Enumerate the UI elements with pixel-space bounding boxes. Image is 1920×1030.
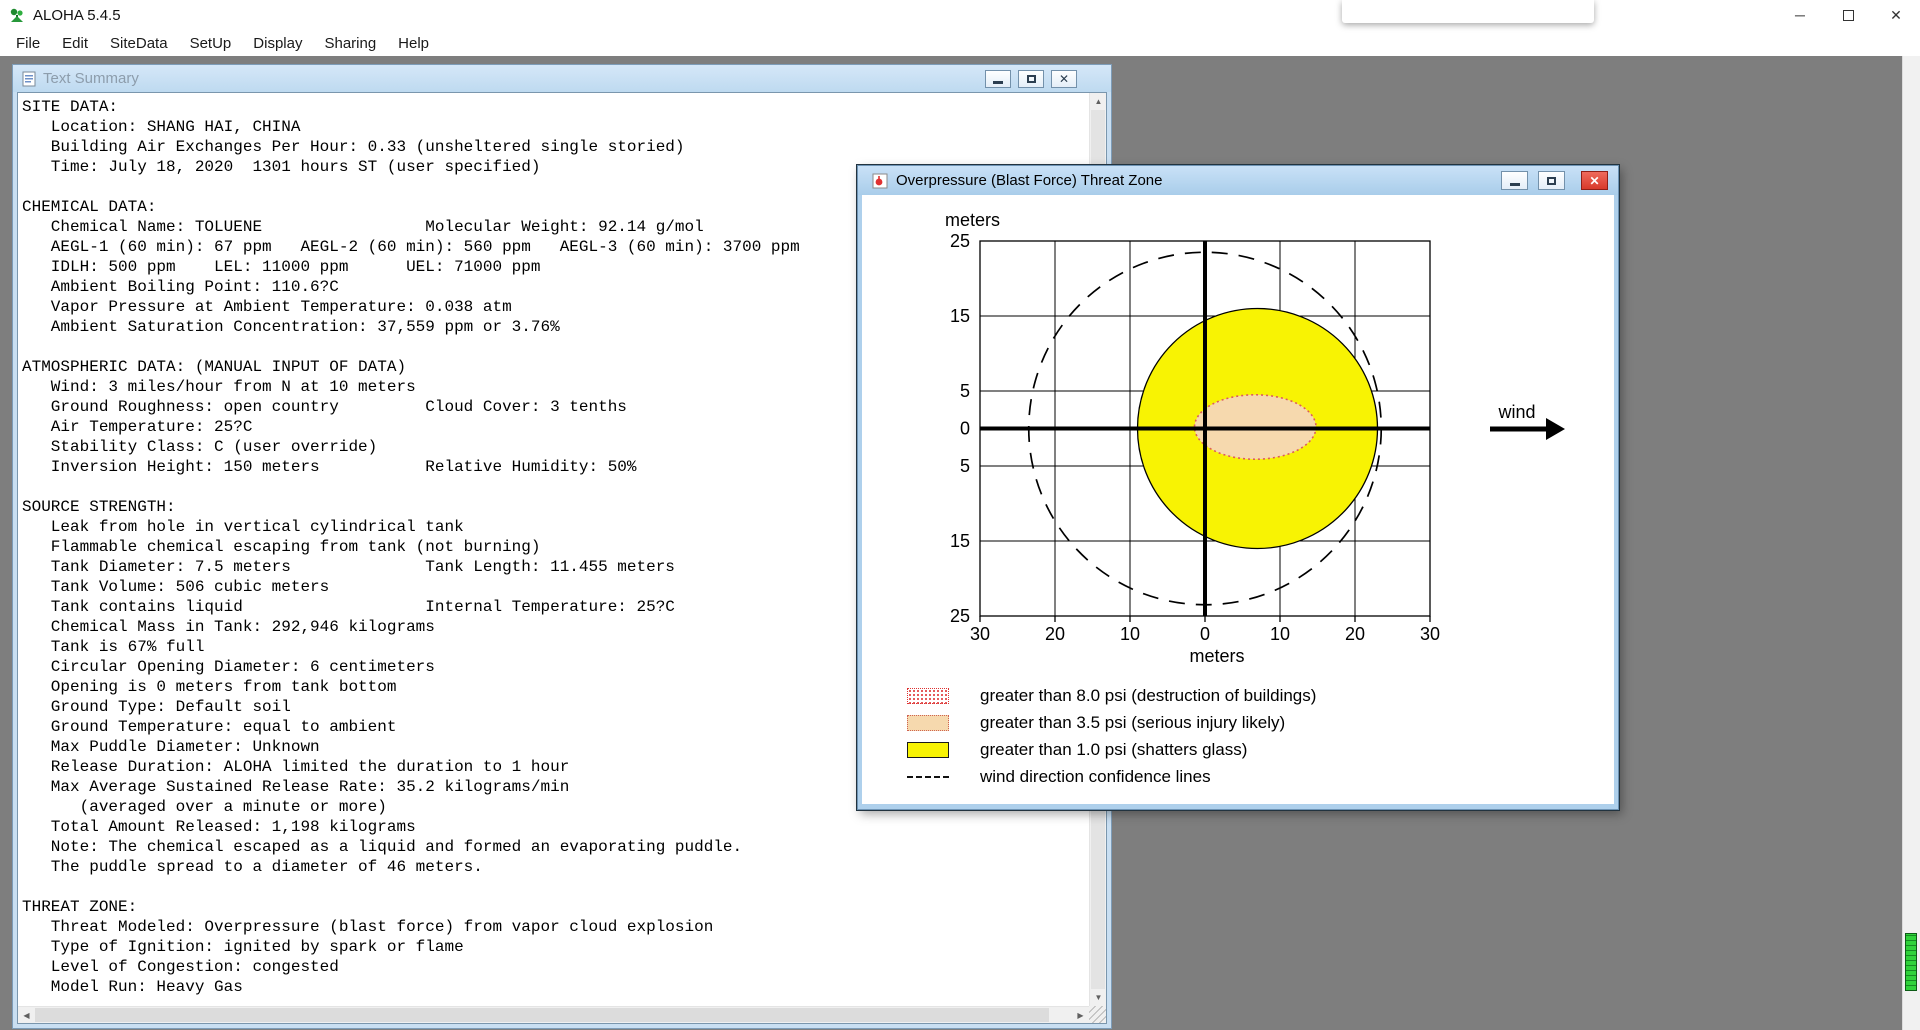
close-icon: ✕ <box>1589 173 1600 188</box>
svg-text:30: 30 <box>1420 624 1440 644</box>
svg-text:20: 20 <box>1045 624 1065 644</box>
svg-text:30: 30 <box>970 624 990 644</box>
resize-grip[interactable] <box>1089 1006 1106 1023</box>
scroll-left-icon: ◀ <box>23 1011 30 1020</box>
svg-text:0: 0 <box>960 419 970 439</box>
threat-zone-title: Overpressure (Blast Force) Threat Zone <box>896 172 1163 189</box>
minimize-icon <box>993 81 1003 84</box>
app-vertical-scrollbar[interactable]: ▲ <box>1902 30 1920 1030</box>
svg-text:meters: meters <box>945 210 1000 230</box>
app-title: ALOHA 5.4.5 <box>33 6 121 24</box>
text-summary-title: Text Summary <box>43 70 139 87</box>
svg-text:15: 15 <box>950 306 970 326</box>
legend-row: greater than 1.0 psi (shatters glass) <box>907 736 1316 763</box>
horizontal-scroll-thumb[interactable] <box>35 1008 1049 1022</box>
app-close-button[interactable]: ✕ <box>1872 0 1920 30</box>
text-summary-titlebar[interactable]: Text Summary ✕ <box>13 65 1111 92</box>
menu-item-setup[interactable]: SetUp <box>180 32 242 55</box>
svg-text:15: 15 <box>950 531 970 551</box>
threat-zone-window: Overpressure (Blast Force) Threat Zone ✕… <box>857 165 1619 810</box>
minimize-icon: ─ <box>1795 7 1805 23</box>
svg-text:meters: meters <box>1189 646 1244 666</box>
close-icon: ✕ <box>1058 71 1070 86</box>
svg-text:25: 25 <box>950 231 970 251</box>
threat-zone-close-button[interactable]: ✕ <box>1581 171 1608 190</box>
svg-text:10: 10 <box>1120 624 1140 644</box>
menu-item-help[interactable]: Help <box>388 32 439 55</box>
scroll-up-button[interactable]: ▲ <box>1090 93 1107 110</box>
level-meter <box>1905 933 1917 991</box>
app-minimize-button[interactable]: ─ <box>1776 0 1824 30</box>
legend-label: greater than 8.0 psi (destruction of bui… <box>980 685 1317 705</box>
threat-zone-titlebar[interactable]: Overpressure (Blast Force) Threat Zone ✕ <box>858 166 1618 195</box>
legend-label: greater than 3.5 psi (serious injury lik… <box>980 712 1286 732</box>
menu-item-sitedata[interactable]: SiteData <box>100 32 178 55</box>
scroll-down-icon: ▼ <box>1094 993 1103 1002</box>
threat-zone-maximize-button[interactable] <box>1538 171 1565 190</box>
svg-text:5: 5 <box>960 381 970 401</box>
legend-swatch-orange-fill <box>907 714 949 731</box>
menu-item-display[interactable]: Display <box>243 32 312 55</box>
scroll-down-button[interactable]: ▼ <box>1090 989 1107 1006</box>
legend-swatch-dashed-line <box>907 775 949 778</box>
svg-text:5: 5 <box>960 456 970 476</box>
app-titlebar[interactable]: ALOHA 5.4.5 <box>0 0 1920 30</box>
legend-row: wind direction confidence lines <box>907 763 1316 790</box>
text-summary-horizontal-scrollbar[interactable]: ◀ ▶ <box>18 1006 1089 1023</box>
scroll-right-icon: ▶ <box>1077 1011 1084 1020</box>
threat-zone-window-controls: ✕ <box>1501 171 1608 190</box>
legend-row: greater than 3.5 psi (serious injury lik… <box>907 709 1316 736</box>
app-icon <box>9 7 25 23</box>
threat-zone-minimize-button[interactable] <box>1501 171 1528 190</box>
app-maximize-button[interactable] <box>1824 0 1872 30</box>
text-summary-close-button[interactable]: ✕ <box>1051 69 1077 88</box>
text-summary-maximize-button[interactable] <box>1018 69 1044 88</box>
close-icon: ✕ <box>1890 6 1902 23</box>
legend-row: greater than 8.0 psi (destruction of bui… <box>907 682 1316 709</box>
scroll-left-button[interactable]: ◀ <box>18 1007 35 1024</box>
overlay-panel <box>1342 0 1594 23</box>
restore-icon <box>1842 9 1854 21</box>
legend-swatch-red-hatch <box>907 687 949 704</box>
menu-bar: File Edit SiteData SetUp Display Sharing Help <box>0 30 1920 56</box>
minimize-icon <box>1509 183 1520 186</box>
text-summary-icon <box>22 71 36 86</box>
svg-text:0: 0 <box>1200 624 1210 644</box>
text-summary-minimize-button[interactable] <box>985 69 1011 88</box>
maximize-icon <box>1547 176 1556 185</box>
svg-text:10: 10 <box>1270 624 1290 644</box>
menu-item-edit[interactable]: Edit <box>52 32 98 55</box>
text-summary-window-controls: ✕ <box>985 69 1077 88</box>
svg-text:20: 20 <box>1345 624 1365 644</box>
svg-text:25: 25 <box>950 606 970 626</box>
menu-item-file[interactable]: File <box>6 32 50 55</box>
threat-zone-legend: greater than 8.0 psi (destruction of bui… <box>907 682 1316 790</box>
scroll-up-icon: ▲ <box>1094 97 1103 106</box>
menu-item-sharing[interactable]: Sharing <box>314 32 386 55</box>
app-window-controls: ─ ✕ <box>1776 0 1920 30</box>
threat-zone-window-icon <box>872 173 888 188</box>
legend-label: wind direction confidence lines <box>980 766 1211 786</box>
legend-label: greater than 1.0 psi (shatters glass) <box>980 739 1248 759</box>
maximize-icon <box>1026 74 1036 83</box>
threat-zone-plot-area: 30 20 10 0 10 20 30 25 15 5 0 5 15 25 meters meters wind… <box>862 195 1614 804</box>
svg-text:wind: wind <box>1497 402 1535 422</box>
legend-swatch-yellow-fill <box>907 741 949 758</box>
scroll-right-button[interactable]: ▶ <box>1072 1007 1089 1024</box>
